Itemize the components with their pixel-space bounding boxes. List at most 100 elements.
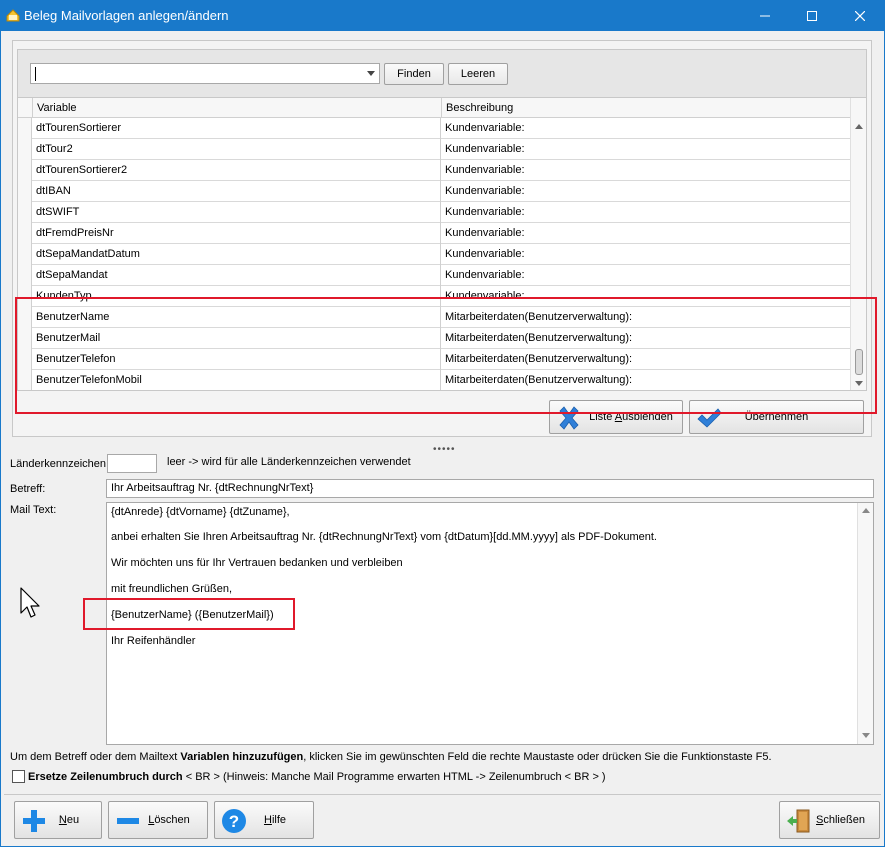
maximize-icon bbox=[807, 10, 817, 21]
mailtext-line: Wir möchten uns für Ihr Vertrauen bedank… bbox=[111, 557, 403, 569]
column-header-beschreibung[interactable]: Beschreibung bbox=[441, 98, 851, 118]
variable-hint: Um dem Betreff oder dem Mailtext Variabl… bbox=[10, 751, 772, 763]
close-window-button[interactable] bbox=[837, 0, 883, 31]
cell-variable[interactable]: dtSWIFT bbox=[32, 202, 441, 223]
mailtext-label: Mail Text: bbox=[10, 504, 57, 516]
cell-beschreibung[interactable]: Kundenvariable: bbox=[441, 265, 851, 286]
table-row[interactable]: dtTourenSortierer2 Kundenvariable: bbox=[18, 160, 851, 181]
cell-beschreibung[interactable]: Mitarbeiterdaten(Benutzerverwaltung): bbox=[441, 370, 851, 390]
cross-icon bbox=[559, 406, 579, 430]
hide-list-button[interactable]: Liste Ausblenden bbox=[549, 400, 683, 434]
scroll-thumb[interactable] bbox=[855, 349, 863, 375]
row-indicator[interactable] bbox=[18, 160, 32, 181]
row-indicator[interactable] bbox=[18, 307, 32, 328]
delete-label: Löschen bbox=[148, 814, 190, 826]
cell-beschreibung[interactable]: Mitarbeiterdaten(Benutzerverwaltung): bbox=[441, 328, 851, 349]
row-indicator[interactable] bbox=[18, 181, 32, 202]
cell-variable[interactable]: KundenTyp bbox=[32, 286, 441, 307]
cell-variable[interactable]: BenutzerMail bbox=[32, 328, 441, 349]
cell-beschreibung[interactable]: Kundenvariable: bbox=[441, 223, 851, 244]
country-input[interactable] bbox=[107, 454, 157, 473]
table-row[interactable]: dtSepaMandat Kundenvariable: bbox=[18, 265, 851, 286]
maximize-button[interactable] bbox=[789, 0, 835, 31]
replace-linebreak-label[interactable]: Ersetze Zeilenumbruch durch bbox=[28, 771, 183, 783]
scroll-down-icon[interactable] bbox=[862, 733, 870, 738]
new-button[interactable]: Neu bbox=[14, 801, 102, 839]
find-button[interactable]: Finden bbox=[384, 63, 444, 85]
table-row[interactable]: dtSepaMandatDatum Kundenvariable: bbox=[18, 244, 851, 265]
cell-beschreibung[interactable]: Kundenvariable: bbox=[441, 160, 851, 181]
country-hint: leer -> wird für alle Länderkennzeichen … bbox=[167, 456, 411, 468]
cell-beschreibung[interactable]: Mitarbeiterdaten(Benutzerverwaltung): bbox=[441, 307, 851, 328]
row-indicator[interactable] bbox=[18, 118, 32, 139]
help-label: Hilfe bbox=[263, 814, 286, 826]
scroll-up-icon[interactable] bbox=[862, 508, 870, 513]
minimize-button[interactable] bbox=[742, 0, 788, 31]
cell-beschreibung[interactable]: Kundenvariable: bbox=[441, 181, 851, 202]
table-row[interactable]: BenutzerMail Mitarbeiterdaten(Benutzerver… bbox=[18, 328, 851, 349]
cell-variable[interactable]: dtFremdPreisNr bbox=[32, 223, 441, 244]
table-row[interactable]: BenutzerName Mitarbeiterdaten(Benutzerver… bbox=[18, 307, 851, 328]
delete-button[interactable]: Löschen bbox=[108, 801, 208, 839]
close-dialog-button[interactable]: Schließen bbox=[779, 801, 880, 839]
cell-beschreibung[interactable]: Kundenvariable: bbox=[441, 118, 851, 139]
table-row[interactable]: dtTour2 Kundenvariable: bbox=[18, 139, 851, 160]
scroll-down-icon[interactable] bbox=[855, 381, 863, 386]
cell-beschreibung[interactable]: Kundenvariable: bbox=[441, 286, 851, 307]
clear-button[interactable]: Leeren bbox=[448, 63, 508, 85]
row-indicator[interactable] bbox=[18, 286, 32, 307]
column-header-variable[interactable]: Variable bbox=[32, 98, 441, 118]
grid-header: Variable Beschreibung bbox=[18, 98, 851, 118]
row-indicator[interactable] bbox=[18, 265, 32, 286]
table-row[interactable]: dtFremdPreisNr Kundenvariable: bbox=[18, 223, 851, 244]
row-indicator[interactable] bbox=[18, 202, 32, 223]
cell-beschreibung[interactable]: Mitarbeiterdaten(Benutzerverwaltung): bbox=[441, 349, 851, 370]
variable-grid: Variable Beschreibung dtTourenSortierer K… bbox=[17, 97, 867, 391]
mouse-cursor-icon bbox=[20, 587, 40, 618]
table-row[interactable]: dtTourenSortierer Kundenvariable: bbox=[18, 118, 851, 139]
row-indicator[interactable] bbox=[18, 244, 32, 265]
subject-input[interactable]: Ihr Arbeitsauftrag Nr. {dtRechnungNrText… bbox=[106, 479, 874, 498]
table-row[interactable]: dtIBAN Kundenvariable: bbox=[18, 181, 851, 202]
mailtext-scrollbar[interactable] bbox=[857, 503, 873, 744]
cell-beschreibung[interactable]: Kundenvariable: bbox=[441, 139, 851, 160]
row-indicator[interactable] bbox=[18, 139, 32, 160]
cell-variable[interactable]: BenutzerName bbox=[32, 307, 441, 328]
cell-beschreibung[interactable]: Kundenvariable: bbox=[441, 202, 851, 223]
search-combobox[interactable] bbox=[30, 63, 380, 84]
scroll-up-icon[interactable] bbox=[855, 124, 863, 129]
mailtext-line: Ihr Reifenhändler bbox=[111, 635, 196, 647]
cell-variable[interactable]: dtSepaMandat bbox=[32, 265, 441, 286]
dropdown-arrow-icon[interactable] bbox=[367, 71, 375, 76]
cell-variable[interactable]: dtTour2 bbox=[32, 139, 441, 160]
cell-variable[interactable]: BenutzerTelefonMobil bbox=[32, 370, 441, 390]
help-button[interactable]: ? Hilfe bbox=[214, 801, 314, 839]
text-caret bbox=[35, 67, 36, 81]
new-label: Neu bbox=[58, 814, 80, 826]
cell-variable[interactable]: dtSepaMandatDatum bbox=[32, 244, 441, 265]
hide-list-label: Liste Ausblenden bbox=[589, 411, 673, 423]
grid-vertical-scrollbar[interactable] bbox=[850, 98, 866, 390]
cell-variable[interactable]: BenutzerTelefon bbox=[32, 349, 441, 370]
table-row[interactable]: BenutzerTelefonMobil Mitarbeiterdaten(Ben… bbox=[18, 370, 851, 390]
table-row[interactable]: BenutzerTelefon Mitarbeiterdaten(Benutzer… bbox=[18, 349, 851, 370]
cell-variable[interactable]: dtTourenSortierer bbox=[32, 118, 441, 139]
app-icon bbox=[6, 9, 20, 22]
row-indicator[interactable] bbox=[18, 223, 32, 244]
cell-variable[interactable]: dtIBAN bbox=[32, 181, 441, 202]
row-indicator[interactable] bbox=[18, 370, 32, 390]
cell-variable[interactable]: dtTourenSortierer2 bbox=[32, 160, 441, 181]
table-row[interactable]: KundenTyp Kundenvariable: bbox=[18, 286, 851, 307]
table-row[interactable]: dtSWIFT Kundenvariable: bbox=[18, 202, 851, 223]
close-icon bbox=[855, 10, 865, 21]
apply-button[interactable]: Übernehmen bbox=[689, 400, 864, 434]
mailtext-line: {BenutzerName} ({BenutzerMail}) bbox=[111, 609, 274, 621]
minimize-icon bbox=[760, 15, 770, 16]
mailtext-editor[interactable]: {dtAnrede} {dtVorname} {dtZuname}, anbei… bbox=[106, 502, 874, 745]
replace-linebreak-checkbox[interactable] bbox=[12, 770, 25, 783]
mailtext-line: anbei erhalten Sie Ihren Arbeitsauftrag … bbox=[111, 531, 657, 543]
cell-beschreibung[interactable]: Kundenvariable: bbox=[441, 244, 851, 265]
row-indicator[interactable] bbox=[18, 349, 32, 370]
splitter-handle[interactable]: ••••• bbox=[433, 444, 456, 455]
row-indicator[interactable] bbox=[18, 328, 32, 349]
